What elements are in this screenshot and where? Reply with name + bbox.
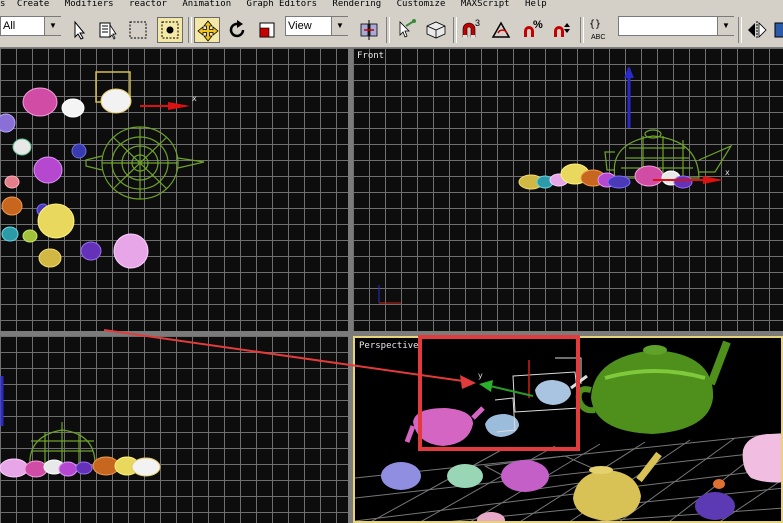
pivot-center-icon bbox=[360, 20, 378, 40]
angle-snap-toggle-button[interactable] bbox=[489, 17, 515, 43]
menu-bar: s Create Modifiers reactor Animation Gra… bbox=[0, 0, 783, 9]
select-object-button[interactable] bbox=[66, 17, 92, 43]
reference-coordinate-value: View bbox=[288, 20, 312, 32]
percent-snap-toggle-button[interactable]: % bbox=[519, 17, 545, 43]
left-view-teapots bbox=[0, 376, 161, 478]
select-by-name-icon bbox=[99, 22, 117, 40]
chevron-down-icon: ▼ bbox=[331, 17, 348, 35]
toolbar-separator bbox=[738, 17, 742, 43]
reference-coordinate-dropdown[interactable]: View ▼ bbox=[285, 16, 348, 36]
menu-modifiers[interactable]: Modifiers bbox=[65, 0, 114, 9]
front-view-teapots: x bbox=[378, 66, 733, 304]
menu-create[interactable]: Create bbox=[17, 0, 50, 9]
menu-item[interactable]: s bbox=[0, 0, 5, 9]
percent-snap-label: % bbox=[533, 19, 543, 31]
menu-animation[interactable]: Animation bbox=[182, 0, 231, 9]
main-toolbar: All ▼ View ▼ 3 % {} ABC ▼ bbox=[0, 9, 783, 48]
viewport-front[interactable]: Front x bbox=[353, 48, 783, 331]
select-and-manipulate-button[interactable] bbox=[392, 17, 418, 43]
menu-customize[interactable]: Customize bbox=[397, 0, 446, 9]
menu-help[interactable]: Help bbox=[525, 0, 547, 9]
move-icon bbox=[197, 20, 219, 42]
window-crossing-icon bbox=[161, 21, 179, 39]
selection-filter-value: All bbox=[3, 20, 16, 32]
toolbar-separator bbox=[386, 17, 390, 43]
snap-mode-label: 3 bbox=[475, 18, 480, 28]
snaps-toggle-button[interactable]: 3 bbox=[458, 17, 484, 43]
keyboard-shortcut-override-button[interactable] bbox=[423, 17, 449, 43]
toolbar-separator bbox=[188, 17, 192, 43]
mirror-button[interactable] bbox=[744, 17, 770, 43]
front-axis-x-label: x bbox=[725, 168, 730, 177]
magnet-snap-icon: 3 bbox=[462, 18, 480, 38]
select-by-name-button[interactable] bbox=[95, 17, 121, 43]
angle-snap-icon bbox=[491, 21, 511, 38]
top-view-teapots: x bbox=[0, 71, 205, 269]
chevron-down-icon: ▼ bbox=[717, 17, 734, 35]
align-button[interactable] bbox=[771, 17, 783, 43]
menu-graph-editors[interactable]: Graph Editors bbox=[247, 0, 317, 9]
viewport-top[interactable]: x bbox=[0, 48, 348, 331]
manipulate-icon bbox=[399, 19, 416, 38]
viewport-left[interactable] bbox=[0, 336, 348, 523]
select-and-move-button[interactable] bbox=[194, 17, 220, 43]
align-icon bbox=[774, 22, 783, 38]
select-and-rotate-button[interactable] bbox=[224, 17, 250, 43]
menu-reactor[interactable]: reactor bbox=[129, 0, 167, 9]
menu-maxscript[interactable]: MAXScript bbox=[461, 0, 510, 9]
annotation-highlight-box bbox=[418, 335, 580, 451]
spinner-snap-toggle-button[interactable] bbox=[549, 17, 575, 43]
top-axis-x-label: x bbox=[192, 94, 197, 103]
toolbar-separator bbox=[580, 17, 584, 43]
rotate-icon bbox=[229, 20, 245, 38]
rectangle-selection-icon bbox=[129, 21, 147, 39]
mirror-icon bbox=[748, 21, 767, 39]
chevron-down-icon: ▼ bbox=[44, 17, 61, 35]
abc-label: ABC bbox=[591, 34, 605, 41]
selection-filter-dropdown[interactable]: All ▼ bbox=[0, 16, 61, 36]
edit-named-selection-button[interactable]: {} ABC bbox=[588, 17, 614, 43]
rectangular-selection-button[interactable] bbox=[125, 17, 151, 43]
svg-text:{}: {} bbox=[589, 19, 601, 30]
keyboard-shortcut-icon bbox=[426, 21, 446, 39]
named-selection-sets-dropdown[interactable]: ▼ bbox=[618, 16, 734, 36]
percent-snap-icon: % bbox=[524, 19, 543, 37]
select-and-scale-button[interactable] bbox=[254, 17, 280, 43]
use-pivot-center-button[interactable] bbox=[356, 17, 382, 43]
scale-icon bbox=[259, 22, 275, 38]
toolbar-separator bbox=[453, 17, 457, 43]
pointer-icon bbox=[74, 20, 86, 40]
window-crossing-button[interactable] bbox=[157, 17, 183, 43]
named-selection-icon: {} ABC bbox=[589, 19, 605, 41]
menu-rendering[interactable]: Rendering bbox=[332, 0, 381, 9]
spinner-snap-icon bbox=[554, 23, 570, 37]
